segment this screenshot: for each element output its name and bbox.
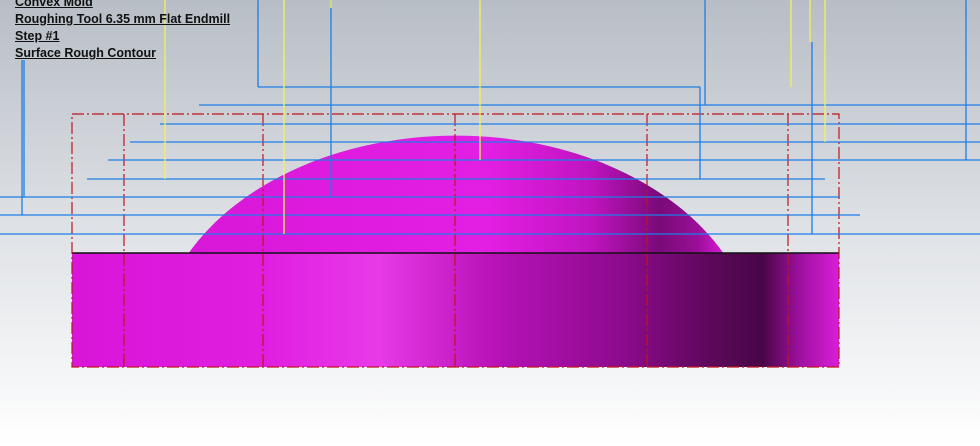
tool-label: Roughing Tool 6.35 mm Flat Endmill — [15, 12, 231, 26]
step-label: Step #1 — [15, 29, 60, 43]
operation-info: Convex Mold Roughing Tool 6.35 mm Flat E… — [15, 0, 230, 62]
toolpath-scene[interactable] — [0, 0, 980, 446]
operation-label: Surface Rough Contour — [15, 46, 156, 60]
graphics-viewport[interactable]: Convex Mold Roughing Tool 6.35 mm Flat E… — [0, 0, 980, 446]
part-name-label: Convex Mold — [15, 0, 93, 9]
